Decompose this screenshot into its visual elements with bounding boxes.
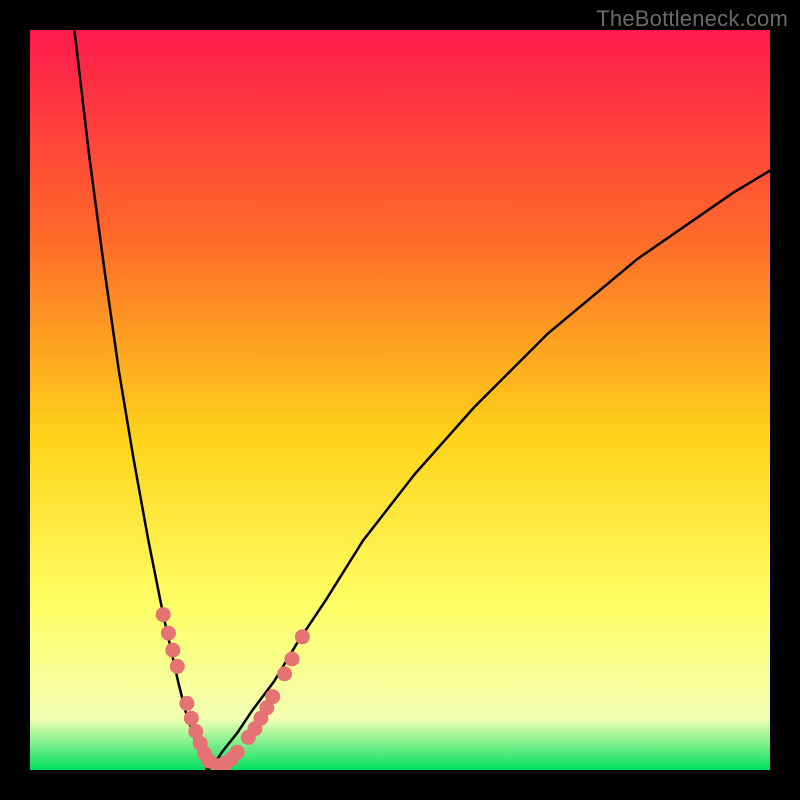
watermark-text: TheBottleneck.com — [596, 6, 788, 32]
marker-point — [184, 711, 199, 726]
marker-point — [170, 659, 185, 674]
chart-svg — [30, 30, 770, 770]
marker-point — [156, 607, 171, 622]
marker-point — [277, 666, 292, 681]
outer-frame: TheBottleneck.com — [0, 0, 800, 800]
marker-point — [179, 696, 194, 711]
curve-left-branch — [74, 30, 207, 770]
marker-point — [295, 629, 310, 644]
marker-point — [161, 626, 176, 641]
marker-point — [285, 652, 300, 667]
marker-point — [230, 745, 245, 760]
marker-point — [265, 689, 280, 704]
plot-area — [30, 30, 770, 770]
marker-point — [165, 643, 180, 658]
series-group — [74, 30, 770, 770]
curve-right-branch — [208, 171, 770, 770]
